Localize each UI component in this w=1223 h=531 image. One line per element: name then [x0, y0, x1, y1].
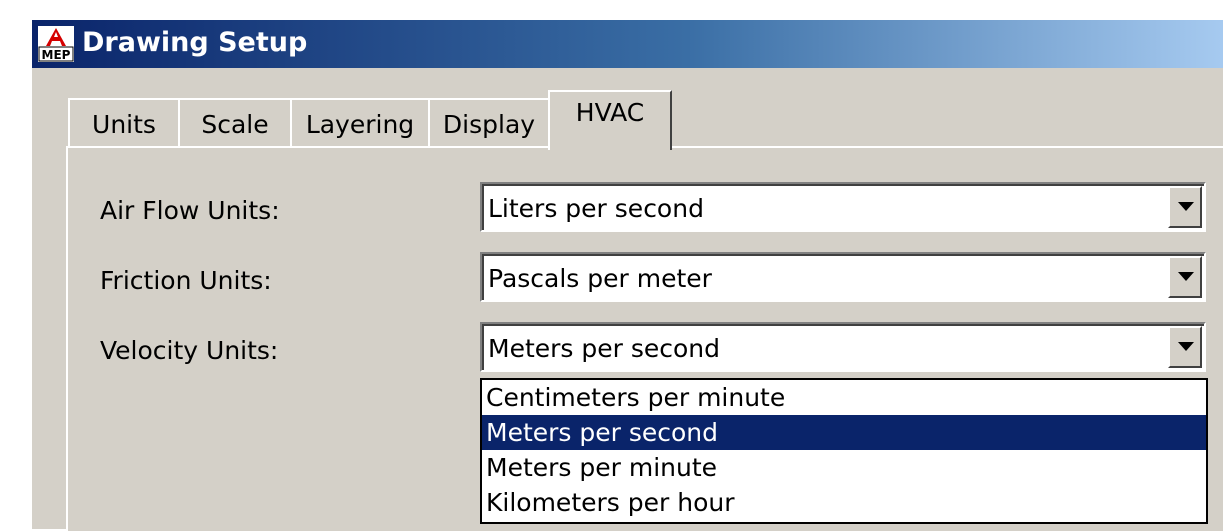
title-bar[interactable]: MEP Drawing Setup [32, 20, 1223, 68]
tab-label: Units [92, 110, 156, 139]
dropdown-option-meters-per-minute[interactable]: Meters per minute [482, 450, 1206, 485]
tab-label: HVAC [575, 98, 645, 127]
friction-units-value: Pascals per meter [488, 264, 712, 293]
chevron-down-icon [1178, 272, 1194, 281]
window-title: Drawing Setup [82, 27, 308, 58]
svg-text:MEP: MEP [42, 48, 71, 62]
tab-units[interactable]: Units [68, 98, 180, 146]
velocity-units-select[interactable]: Meters per second [480, 322, 1206, 372]
dropdown-option-meters-per-second[interactable]: Meters per second [482, 415, 1206, 450]
friction-units-select[interactable]: Pascals per meter [480, 252, 1206, 302]
tab-scale[interactable]: Scale [178, 98, 292, 146]
drawing-setup-dialog: MEP Drawing Setup Units Scale Layering D… [30, 18, 1223, 531]
air-flow-units-select[interactable]: Liters per second [480, 182, 1206, 232]
tab-layering[interactable]: Layering [290, 98, 430, 146]
tab-hvac[interactable]: HVAC [548, 90, 672, 150]
velocity-units-dropdown-list: Centimeters per minute Meters per second… [480, 378, 1208, 524]
chevron-down-icon [1178, 342, 1194, 351]
air-flow-units-label: Air Flow Units: [100, 196, 280, 225]
air-flow-dropdown-button[interactable] [1168, 186, 1202, 228]
velocity-units-value: Meters per second [488, 334, 721, 363]
autocad-mep-icon: MEP [38, 26, 74, 62]
velocity-dropdown-button[interactable] [1168, 326, 1202, 368]
tab-label: Layering [305, 110, 415, 139]
air-flow-units-value: Liters per second [488, 194, 704, 223]
tab-display[interactable]: Display [428, 98, 550, 146]
friction-units-label: Friction Units: [100, 266, 272, 295]
chevron-down-icon [1178, 202, 1194, 211]
friction-dropdown-button[interactable] [1168, 256, 1202, 298]
tab-label: Display [442, 110, 536, 139]
dropdown-option-centimeters-per-minute[interactable]: Centimeters per minute [482, 380, 1206, 415]
dropdown-option-kilometers-per-hour[interactable]: Kilometers per hour [482, 485, 1206, 520]
tab-label: Scale [201, 110, 269, 139]
velocity-units-label: Velocity Units: [100, 336, 279, 365]
